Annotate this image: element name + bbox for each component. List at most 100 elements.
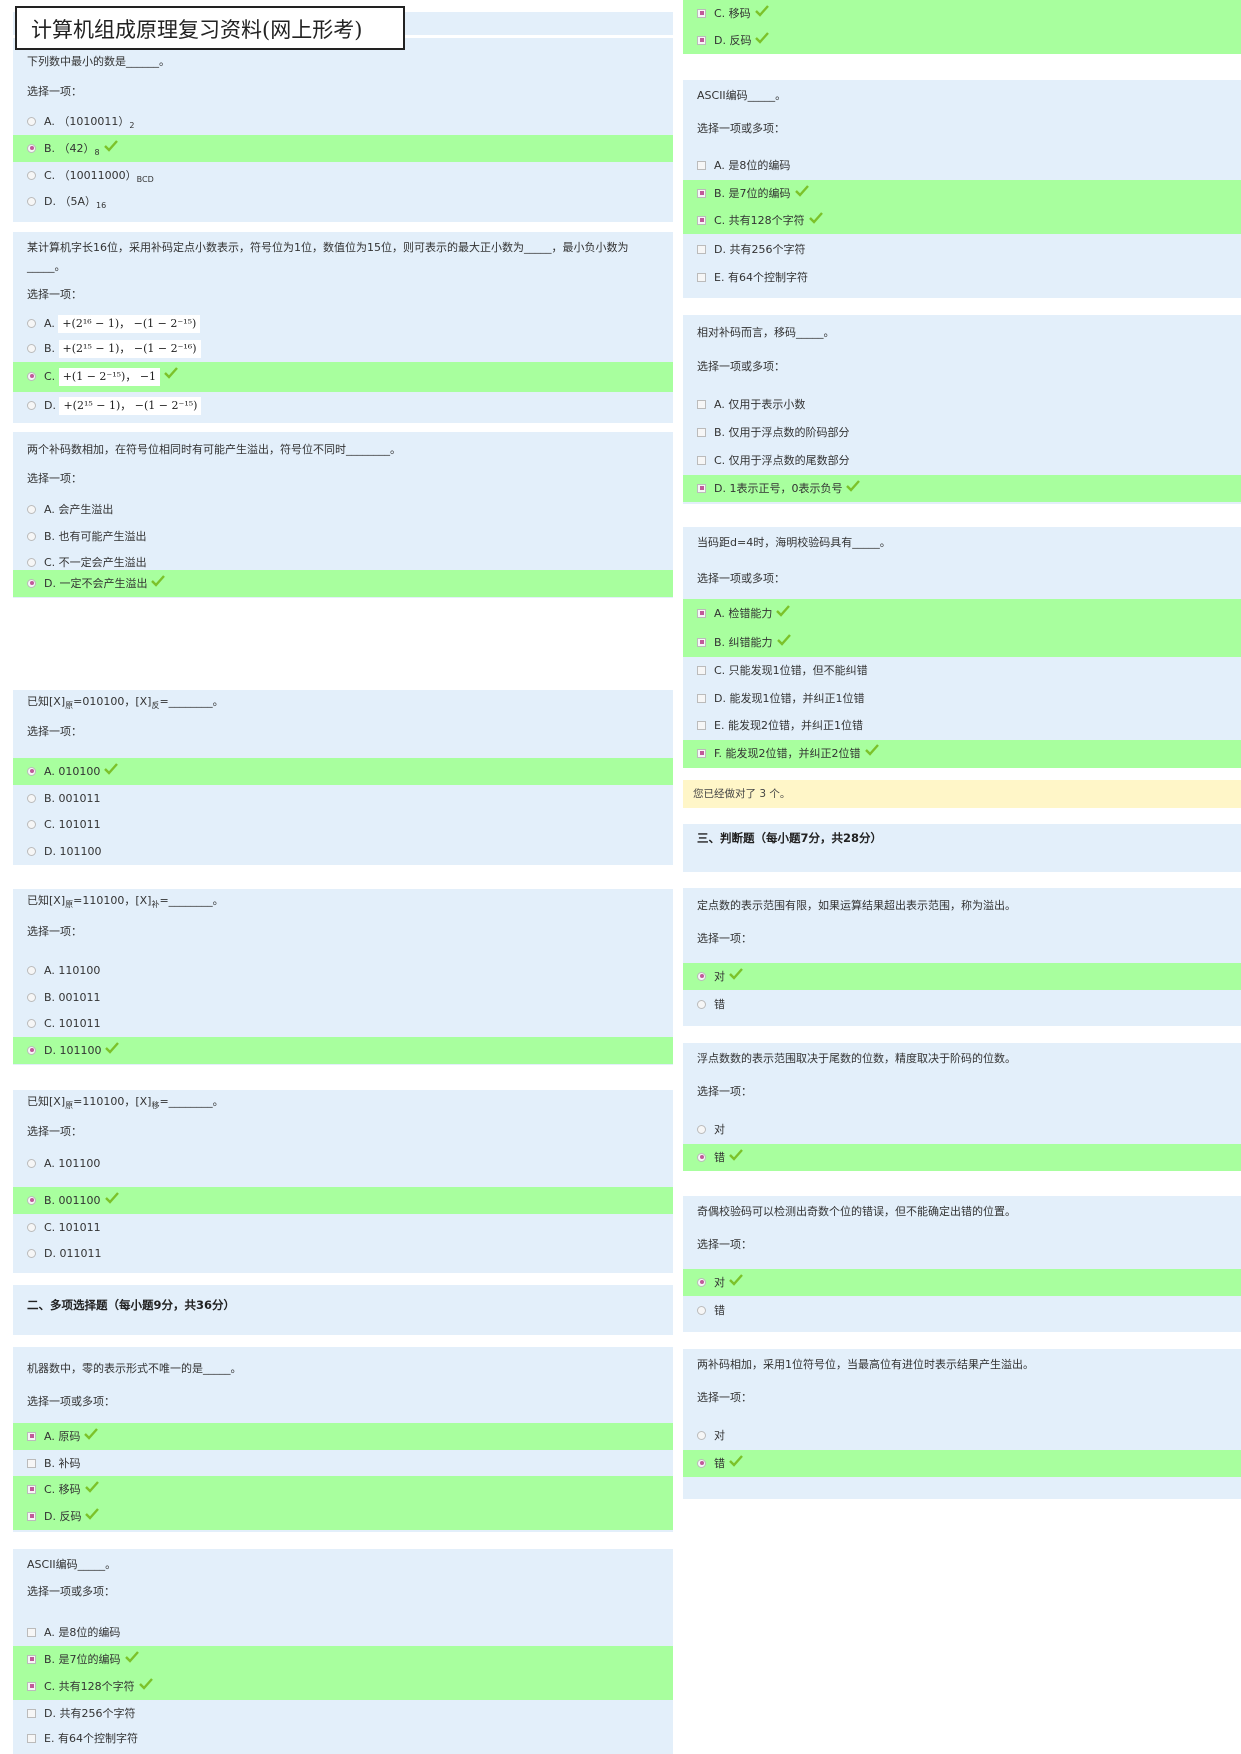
radio-button[interactable]	[27, 1195, 36, 1205]
checkbox[interactable]	[27, 1681, 36, 1691]
radio-button[interactable]	[27, 143, 36, 153]
radio-button[interactable]	[27, 1045, 36, 1055]
option-d[interactable]: D. 共有256个字符	[683, 236, 1241, 263]
option-d[interactable]: D. 能发现1位错，并纠正1位错	[683, 685, 1241, 712]
option-true[interactable]: 对	[683, 1269, 1241, 1296]
checkbox[interactable]	[27, 1511, 36, 1521]
checkbox[interactable]	[27, 1708, 36, 1718]
option-b[interactable]: B. （42）8	[13, 135, 673, 162]
option-false[interactable]: 错	[683, 1450, 1241, 1477]
option-d[interactable]: D. 101100	[13, 838, 673, 865]
radio-button[interactable]	[697, 1277, 706, 1287]
option-a[interactable]: A. （1010011）2	[13, 108, 673, 135]
checkbox[interactable]	[27, 1458, 36, 1468]
option-b[interactable]: B. 001011	[13, 785, 673, 812]
option-b[interactable]: B. 001100	[13, 1187, 673, 1214]
checkbox[interactable]	[697, 748, 706, 758]
option-d[interactable]: D. 反码	[683, 27, 1241, 54]
checkbox[interactable]	[697, 455, 706, 465]
option-e[interactable]: E. 有64个控制字符	[683, 264, 1241, 291]
checkbox[interactable]	[697, 188, 706, 198]
checkbox[interactable]	[697, 35, 706, 45]
option-d[interactable]: D. 一定不会产生溢出	[13, 570, 673, 597]
checkbox[interactable]	[697, 399, 706, 409]
option-c[interactable]: C. 共有128个字符	[683, 207, 1241, 234]
option-b[interactable]: B. 纠错能力	[683, 628, 1241, 657]
option-b[interactable]: B. +(2¹⁵ − 1)， −(1 − 2⁻¹⁶)	[13, 335, 673, 362]
radio-button[interactable]	[27, 793, 36, 803]
option-b[interactable]: B. 是7位的编码	[13, 1646, 673, 1673]
option-a[interactable]: A. +(2¹⁶ − 1)， −(1 − 2⁻¹⁵)	[13, 310, 673, 337]
radio-button[interactable]	[27, 1248, 36, 1258]
option-true[interactable]: 对	[683, 1422, 1241, 1449]
option-c[interactable]: C. 移码	[683, 0, 1241, 27]
option-d[interactable]: D. 反码	[13, 1503, 673, 1530]
radio-button[interactable]	[27, 196, 36, 206]
checkbox[interactable]	[697, 637, 706, 647]
radio-button[interactable]	[27, 318, 36, 328]
option-d[interactable]: D. +(2¹⁵ − 1)， −(1 − 2⁻¹⁵)	[13, 392, 673, 419]
radio-button[interactable]	[27, 1222, 36, 1232]
radio-button[interactable]	[27, 766, 36, 776]
radio-button[interactable]	[697, 999, 706, 1009]
option-b[interactable]: B. 仅用于浮点数的阶码部分	[683, 419, 1241, 446]
checkbox[interactable]	[697, 427, 706, 437]
radio-button[interactable]	[27, 400, 36, 410]
radio-button[interactable]	[697, 971, 706, 981]
option-d[interactable]: D. （5A）16	[13, 188, 673, 215]
radio-button[interactable]	[27, 343, 36, 353]
checkbox[interactable]	[697, 272, 706, 282]
option-true[interactable]: 对	[683, 1116, 1241, 1143]
radio-button[interactable]	[27, 371, 36, 381]
option-a[interactable]: A. 会产生溢出	[13, 496, 673, 523]
option-a[interactable]: A. 原码	[13, 1423, 673, 1450]
option-a[interactable]: A. 是8位的编码	[683, 152, 1241, 179]
radio-button[interactable]	[27, 504, 36, 514]
checkbox[interactable]	[697, 244, 706, 254]
option-true[interactable]: 对	[683, 963, 1241, 990]
option-b[interactable]: B. 001011	[13, 984, 673, 1011]
checkbox[interactable]	[697, 483, 706, 493]
checkbox[interactable]	[697, 215, 706, 225]
option-false[interactable]: 错	[683, 991, 1241, 1018]
option-c[interactable]: C. 101011	[13, 1010, 673, 1037]
radio-button[interactable]	[27, 1158, 36, 1168]
radio-button[interactable]	[27, 1018, 36, 1028]
option-d[interactable]: D. 011011	[13, 1240, 673, 1267]
checkbox[interactable]	[697, 720, 706, 730]
option-a[interactable]: A. 101100	[13, 1150, 673, 1177]
checkbox[interactable]	[27, 1733, 36, 1743]
option-e[interactable]: E. 有64个控制字符	[13, 1725, 673, 1752]
radio-button[interactable]	[697, 1458, 706, 1468]
option-c[interactable]: C. 101011	[13, 1214, 673, 1241]
checkbox[interactable]	[697, 160, 706, 170]
option-d[interactable]: D. 共有256个字符	[13, 1700, 673, 1727]
radio-button[interactable]	[697, 1305, 706, 1315]
option-d[interactable]: D. 1表示正号，0表示负号	[683, 475, 1241, 502]
radio-button[interactable]	[27, 557, 36, 567]
radio-button[interactable]	[27, 170, 36, 180]
radio-button[interactable]	[27, 116, 36, 126]
radio-button[interactable]	[697, 1124, 706, 1134]
checkbox[interactable]	[27, 1627, 36, 1637]
checkbox[interactable]	[27, 1431, 36, 1441]
option-c[interactable]: C. （10011000）BCD	[13, 162, 673, 189]
checkbox[interactable]	[27, 1654, 36, 1664]
checkbox[interactable]	[697, 665, 706, 675]
checkbox[interactable]	[27, 1484, 36, 1494]
option-a[interactable]: A. 是8位的编码	[13, 1619, 673, 1646]
checkbox[interactable]	[697, 693, 706, 703]
option-b[interactable]: B. 是7位的编码	[683, 180, 1241, 207]
radio-button[interactable]	[697, 1430, 706, 1440]
option-false[interactable]: 错	[683, 1297, 1241, 1324]
radio-button[interactable]	[697, 1152, 706, 1162]
option-false[interactable]: 错	[683, 1144, 1241, 1171]
option-a[interactable]: A. 110100	[13, 957, 673, 984]
radio-button[interactable]	[27, 992, 36, 1002]
option-c[interactable]: C. 共有128个字符	[13, 1673, 673, 1700]
radio-button[interactable]	[27, 578, 36, 588]
radio-button[interactable]	[27, 819, 36, 829]
option-d[interactable]: D. 101100	[13, 1037, 673, 1064]
option-c[interactable]: C. 仅用于浮点数的尾数部分	[683, 447, 1241, 474]
option-a[interactable]: A. 010100	[13, 758, 673, 785]
